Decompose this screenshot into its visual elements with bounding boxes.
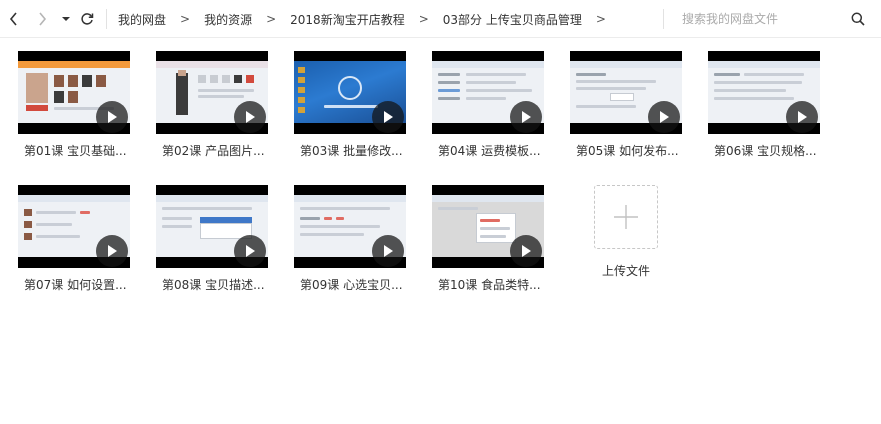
toolbar-divider xyxy=(106,9,107,29)
play-icon xyxy=(384,111,393,123)
play-icon xyxy=(246,111,255,123)
play-button[interactable] xyxy=(372,235,404,267)
upload-button[interactable] xyxy=(594,185,658,249)
refresh-icon xyxy=(81,13,94,25)
file-name: 第06课 宝贝规格... xyxy=(714,144,817,158)
upload-file-tile[interactable]: 上传文件 xyxy=(554,185,698,307)
search-button[interactable] xyxy=(850,10,866,28)
play-icon xyxy=(798,111,807,123)
toolbar: 我的网盘 > 我的资源 > 2018新淘宝开店教程 > 03部分 上传宝贝商品管… xyxy=(0,0,881,38)
breadcrumb-separator: > xyxy=(266,12,277,26)
breadcrumb-item-current-folder[interactable]: 03部分 上传宝贝商品管理 xyxy=(443,11,582,28)
play-icon xyxy=(246,245,255,257)
play-button[interactable] xyxy=(786,101,818,133)
file-item-video[interactable]: 第06课 宝贝规格... xyxy=(708,38,838,160)
video-thumbnail xyxy=(432,51,544,134)
video-thumbnail xyxy=(294,185,406,268)
file-name: 第08课 宝贝描述... xyxy=(162,278,265,292)
file-name: 第02课 产品图片... xyxy=(162,144,265,158)
forward-button[interactable] xyxy=(32,9,52,29)
history-dropdown-button[interactable] xyxy=(56,9,76,29)
chevron-left-icon xyxy=(9,12,17,26)
search-divider xyxy=(663,9,664,29)
video-thumbnail xyxy=(156,51,268,134)
play-button[interactable] xyxy=(96,101,128,133)
file-item-video[interactable]: 第07课 如何设置... xyxy=(18,172,148,294)
file-item-video[interactable]: 第01课 宝贝基础... xyxy=(18,38,148,160)
video-thumbnail xyxy=(570,51,682,134)
file-name: 第04课 运费模板... xyxy=(438,144,541,158)
back-button[interactable] xyxy=(4,9,24,29)
play-icon xyxy=(522,111,531,123)
file-grid: 第01课 宝贝基础... 第02课 产品图片... 第03课 批量修改... 第… xyxy=(0,38,881,424)
file-name: 第03课 批量修改... xyxy=(300,144,403,158)
play-button[interactable] xyxy=(372,101,404,133)
refresh-button[interactable] xyxy=(77,9,97,29)
play-button[interactable] xyxy=(234,235,266,267)
breadcrumb-separator: > xyxy=(418,12,429,26)
play-button[interactable] xyxy=(510,101,542,133)
video-thumbnail xyxy=(18,185,130,268)
play-button[interactable] xyxy=(510,235,542,267)
breadcrumb: 我的网盘 > 我的资源 > 2018新淘宝开店教程 > 03部分 上传宝贝商品管… xyxy=(118,0,620,38)
file-item-video[interactable]: 第02课 产品图片... xyxy=(156,38,286,160)
file-item-video[interactable]: 第05课 如何发布... xyxy=(570,38,700,160)
file-item-video[interactable]: 第04课 运费模板... xyxy=(432,38,562,160)
video-thumbnail xyxy=(156,185,268,268)
play-icon xyxy=(660,111,669,123)
play-button[interactable] xyxy=(234,101,266,133)
search-input[interactable] xyxy=(682,10,842,28)
play-icon xyxy=(522,245,531,257)
play-icon xyxy=(108,111,117,123)
play-icon xyxy=(384,245,393,257)
video-thumbnail xyxy=(294,51,406,134)
video-thumbnail xyxy=(18,51,130,134)
play-button[interactable] xyxy=(648,101,680,133)
plus-icon xyxy=(614,205,638,229)
breadcrumb-separator: > xyxy=(595,12,606,26)
file-name: 第05课 如何发布... xyxy=(576,144,679,158)
breadcrumb-item-course[interactable]: 2018新淘宝开店教程 xyxy=(290,11,405,28)
play-button[interactable] xyxy=(96,235,128,267)
video-thumbnail xyxy=(432,185,544,268)
video-thumbnail xyxy=(708,51,820,134)
file-item-video[interactable]: 第10课 食品类特... xyxy=(432,172,562,294)
play-icon xyxy=(108,245,117,257)
search-icon xyxy=(851,12,865,26)
file-name: 第09课 心选宝贝... xyxy=(300,278,403,292)
file-item-video[interactable]: 第03课 批量修改... xyxy=(294,38,424,160)
file-item-video[interactable]: 第08课 宝贝描述... xyxy=(156,172,286,294)
file-item-video[interactable]: 第09课 心选宝贝... xyxy=(294,172,424,294)
file-name: 第07课 如何设置... xyxy=(24,278,127,292)
upload-label: 上传文件 xyxy=(601,264,650,278)
file-name: 第10课 食品类特... xyxy=(438,278,541,292)
chevron-right-icon xyxy=(39,12,47,26)
breadcrumb-item-my-netdisk[interactable]: 我的网盘 xyxy=(118,11,166,28)
breadcrumb-item-my-resources[interactable]: 我的资源 xyxy=(204,11,252,28)
caret-down-icon xyxy=(62,17,70,21)
file-name: 第01课 宝贝基础... xyxy=(24,144,127,158)
breadcrumb-separator: > xyxy=(180,12,191,26)
